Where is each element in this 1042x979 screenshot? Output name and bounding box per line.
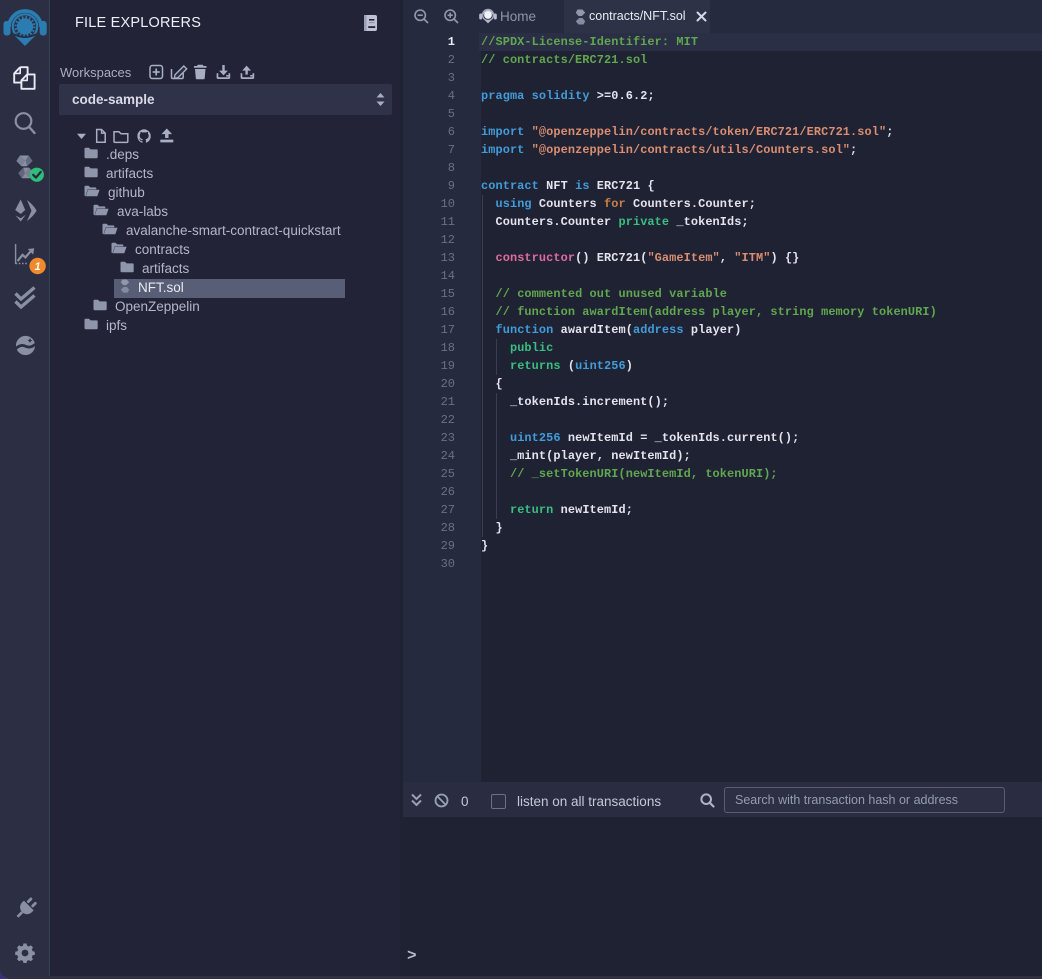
svg-text:1: 1 bbox=[35, 261, 41, 273]
